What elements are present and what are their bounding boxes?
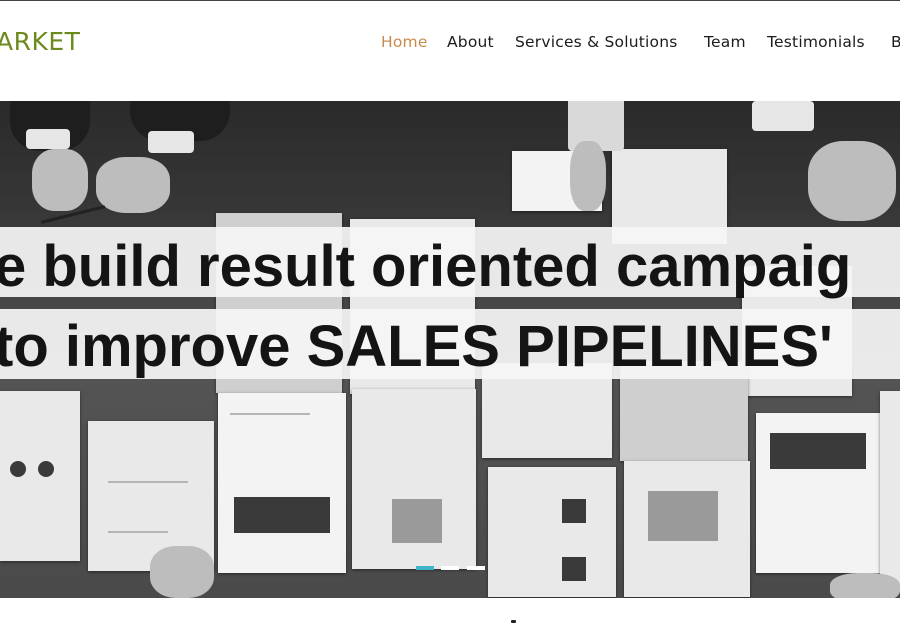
slider-dot-3[interactable]: [467, 566, 485, 570]
hero-headline-line-1: e build result oriented campaig: [0, 234, 852, 299]
shirt-cuff: [148, 131, 194, 153]
hand-shape: [150, 546, 214, 598]
main-nav: Home About Services & Solutions Team Tes…: [0, 1, 900, 101]
site-header: ARKET Home About Services & Solutions Te…: [0, 0, 900, 100]
nav-item-home[interactable]: Home: [381, 33, 428, 51]
hand-shape: [808, 141, 896, 221]
page: ARKET Home About Services & Solutions Te…: [0, 0, 900, 628]
hero-slider[interactable]: e build result oriented campaig to impro…: [0, 101, 900, 598]
desk-paper: [756, 413, 880, 573]
nav-item-blog[interactable]: B: [891, 33, 900, 51]
nav-item-services-solutions[interactable]: Services & Solutions: [515, 33, 678, 51]
nav-item-about[interactable]: About: [447, 33, 494, 51]
slider-dot-2[interactable]: [441, 566, 459, 570]
hand-shape: [830, 573, 900, 598]
desk-paper: [880, 391, 900, 591]
slider-dot-1[interactable]: [416, 566, 434, 570]
nav-item-team[interactable]: Team: [704, 33, 746, 51]
hero-headline-line-2: to improve SALES PIPELINES': [0, 314, 833, 379]
nav-item-testimonials[interactable]: Testimonials: [767, 33, 865, 51]
hand-shape: [570, 141, 606, 211]
shirt-cuff: [26, 129, 70, 149]
section-marker: [511, 620, 516, 623]
desk-paper: [488, 467, 616, 597]
shirt-cuff: [752, 101, 814, 131]
desk-paper: [624, 461, 750, 597]
desk-paper: [0, 391, 80, 561]
hand-shape: [96, 157, 170, 213]
desk-paper: [218, 393, 346, 573]
hand-shape: [32, 149, 88, 211]
desk-paper: [352, 389, 476, 569]
below-hero-section: [0, 598, 900, 628]
